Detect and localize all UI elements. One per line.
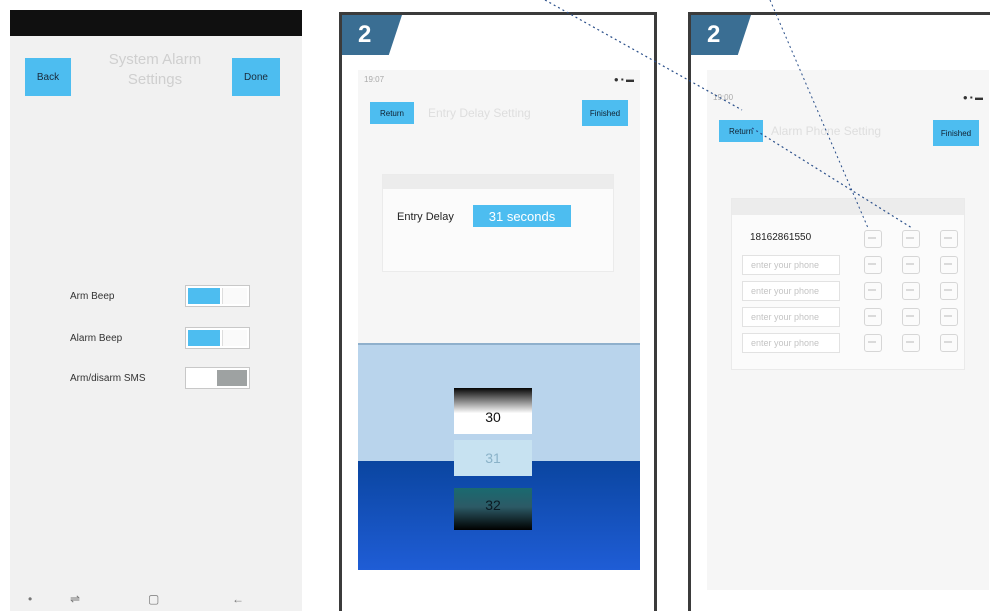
phone-number-field[interactable]: enter your phone — [742, 281, 840, 301]
picker-option-30[interactable]: 30 — [454, 388, 532, 434]
page-title: Entry Delay Setting — [428, 106, 531, 120]
recent-apps-icon[interactable]: ⇌ — [70, 592, 80, 606]
sms-toggle-icon[interactable] — [902, 256, 920, 274]
sms-toggle-icon[interactable] — [902, 282, 920, 300]
page-title: System Alarm Settings — [108, 51, 202, 88]
call-toggle-icon[interactable] — [864, 282, 882, 300]
call-toggle-icon[interactable] — [864, 334, 882, 352]
status-bar — [10, 10, 302, 36]
arm-beep-label: Arm Beep — [70, 290, 115, 302]
back-button[interactable]: Back — [25, 58, 71, 96]
picker-option-32[interactable]: 32 — [454, 488, 532, 530]
phone-row: enter your phone — [742, 281, 962, 303]
status-bar: 19:07 ● ▪ ▬ — [358, 70, 640, 88]
phone-row: enter your phone — [742, 255, 962, 277]
back-arrow-icon[interactable]: ← — [232, 592, 244, 606]
arm-beep-row: Arm Beep — [70, 285, 250, 307]
return-button[interactable]: Return — [719, 120, 763, 142]
delete-icon[interactable] — [940, 282, 958, 300]
arm-disarm-sms-label: Arm/disarm SMS — [70, 372, 146, 384]
home-icon[interactable]: ▢ — [148, 592, 159, 606]
entry-delay-value[interactable]: 31 seconds — [473, 205, 571, 227]
delete-icon[interactable] — [940, 308, 958, 326]
sms-toggle-icon[interactable] — [902, 230, 920, 248]
status-icons: ● ▪ ▬ — [613, 75, 634, 84]
phone-number-field[interactable]: 18162861550 — [742, 229, 840, 249]
entry-delay-screen: 19:07 ● ▪ ▬ Return Entry Delay Setting F… — [358, 70, 640, 570]
arm-disarm-sms-row: Arm/disarm SMS — [70, 367, 250, 389]
alarm-beep-toggle[interactable] — [185, 327, 250, 349]
android-nav-bar: • ⇌ ▢ ← — [10, 588, 302, 611]
card-header — [732, 199, 964, 215]
delete-icon[interactable] — [940, 334, 958, 352]
finished-button[interactable]: Finished — [933, 120, 979, 146]
status-bar: 19:00 ● ▪ ▬ — [707, 88, 989, 106]
alarm-beep-label: Alarm Beep — [70, 332, 123, 344]
status-icons: ● ▪ ▬ — [962, 93, 983, 102]
call-toggle-icon[interactable] — [864, 256, 882, 274]
entry-delay-label: Entry Delay — [397, 211, 454, 223]
phone-row: enter your phone — [742, 307, 962, 329]
nav-dot-icon[interactable]: • — [28, 592, 32, 606]
phone-number-field[interactable]: enter your phone — [742, 307, 840, 327]
phone-number-field[interactable]: enter your phone — [742, 333, 840, 353]
sms-toggle-icon[interactable] — [902, 308, 920, 326]
arm-disarm-sms-toggle[interactable] — [185, 367, 250, 389]
alarm-phone-screen: 19:00 ● ▪ ▬ Return Alarm Phone Setting F… — [707, 70, 989, 590]
call-toggle-icon[interactable] — [864, 308, 882, 326]
step-badge: 2 — [691, 15, 751, 55]
picker-option-31[interactable]: 31 — [454, 440, 532, 476]
system-alarm-settings-screen: Back System Alarm Settings Done Arm Beep… — [10, 10, 302, 611]
header: Back System Alarm Settings Done — [10, 36, 302, 104]
alarm-phone-frame: 2 19:00 ● ▪ ▬ Return Alarm Phone Setting… — [688, 12, 990, 611]
entry-delay-frame: 2 19:07 ● ▪ ▬ Return Entry Delay Setting… — [339, 12, 657, 611]
step-badge: 2 — [342, 15, 402, 55]
call-toggle-icon[interactable] — [864, 230, 882, 248]
phone-number-field[interactable]: enter your phone — [742, 255, 840, 275]
finished-button[interactable]: Finished — [582, 100, 628, 126]
return-button[interactable]: Return — [370, 102, 414, 124]
alarm-beep-row: Alarm Beep — [70, 327, 250, 349]
phone-row: 18162861550 — [742, 229, 962, 251]
status-time: 19:00 — [713, 93, 734, 102]
sms-toggle-icon[interactable] — [902, 334, 920, 352]
arm-beep-toggle[interactable] — [185, 285, 250, 307]
entry-delay-card: Entry Delay 31 seconds — [382, 174, 614, 272]
status-time: 19:07 — [364, 75, 385, 84]
delete-icon[interactable] — [940, 256, 958, 274]
alarm-phone-list: 18162861550 enter your phone enter your … — [731, 198, 965, 370]
delete-icon[interactable] — [940, 230, 958, 248]
done-button[interactable]: Done — [232, 58, 280, 96]
phone-row: enter your phone — [742, 333, 962, 355]
card-header — [383, 175, 613, 189]
page-title: Alarm Phone Setting — [771, 124, 882, 138]
